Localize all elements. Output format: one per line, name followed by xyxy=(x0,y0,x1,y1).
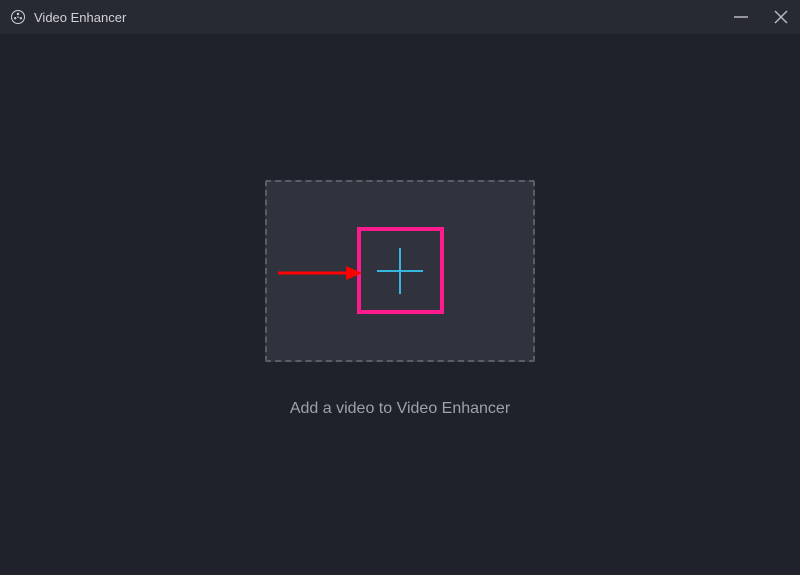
close-icon xyxy=(772,8,790,26)
close-button[interactable] xyxy=(770,6,792,28)
minimize-icon xyxy=(732,8,750,26)
window-controls xyxy=(730,0,792,34)
minimize-button[interactable] xyxy=(730,6,752,28)
app-icon xyxy=(10,9,26,25)
main-content: Add a video to Video Enhancer xyxy=(0,34,800,575)
plus-icon xyxy=(373,244,427,298)
instruction-text: Add a video to Video Enhancer xyxy=(0,400,800,418)
titlebar: Video Enhancer xyxy=(0,0,800,34)
app-title: Video Enhancer xyxy=(34,10,126,25)
add-video-dropzone[interactable] xyxy=(265,180,535,362)
